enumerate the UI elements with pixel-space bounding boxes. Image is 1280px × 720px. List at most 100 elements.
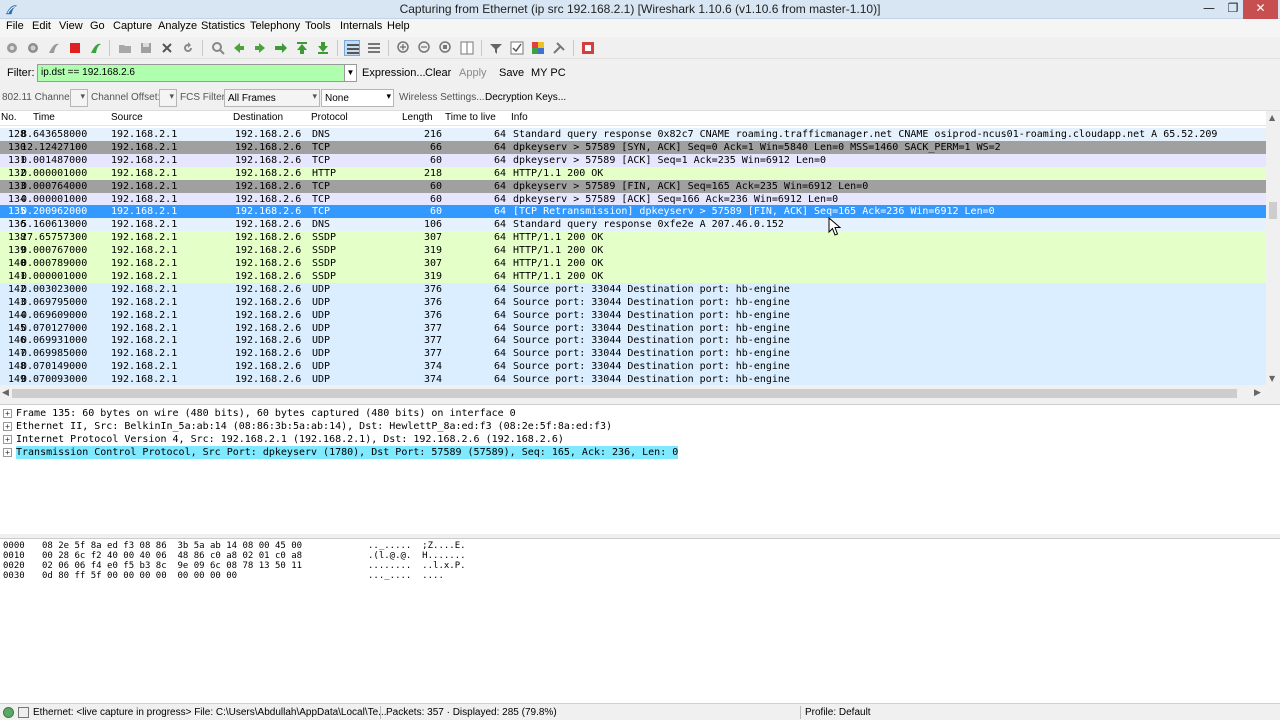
- scroll-left-icon[interactable]: ◀: [2, 388, 9, 398]
- packet-row[interactable]: 144 0.069609000 192.168.2.1 192.168.2.6 UDP 3…: [0, 308, 1266, 322]
- expand-icon[interactable]: +: [3, 422, 12, 431]
- column-header-ttl[interactable]: Time to live: [445, 112, 496, 123]
- menu-go[interactable]: Go: [90, 20, 105, 32]
- menu-view[interactable]: View: [59, 20, 83, 32]
- open-file-icon[interactable]: [117, 40, 133, 56]
- save-filter-button[interactable]: Save: [499, 67, 524, 79]
- expand-icon[interactable]: +: [3, 448, 12, 457]
- zoom-in-icon[interactable]: [396, 40, 412, 56]
- bytes-ascii[interactable]: .._..... ;Z....E.: [368, 541, 466, 551]
- normal-size-icon[interactable]: [438, 40, 454, 56]
- packet-row[interactable]: 147 0.069985000 192.168.2.1 192.168.2.6 UDP 3…: [0, 347, 1266, 361]
- colorize-icon[interactable]: [344, 40, 360, 56]
- menu-capture[interactable]: Capture: [113, 20, 152, 32]
- packet-list-hscrollbar[interactable]: ◀ ▶: [0, 385, 1266, 402]
- capture-options-icon[interactable]: [25, 40, 41, 56]
- packet-row[interactable]: 136 5.160613000 192.168.2.1 192.168.2.6 DNS 1…: [0, 218, 1266, 232]
- resize-columns-icon[interactable]: [459, 40, 475, 56]
- column-header-length[interactable]: Length: [402, 112, 433, 123]
- wireless-settings-button[interactable]: Wireless Settings...: [399, 92, 485, 103]
- expand-icon[interactable]: +: [3, 409, 12, 418]
- packet-row[interactable]: 141 0.000001000 192.168.2.1 192.168.2.6 SSDP…: [0, 269, 1266, 283]
- packet-row[interactable]: 131 0.001487000 192.168.2.1 192.168.2.6 TCP 6…: [0, 153, 1266, 167]
- bytes-hex[interactable]: 08 2e 5f 8a ed f3 08 86 3b 5a ab 14 08 0…: [42, 541, 302, 551]
- channel-select[interactable]: ▾: [70, 89, 88, 107]
- channel-offset-select[interactable]: ▾: [159, 89, 177, 107]
- packet-row[interactable]: 133 0.000764000 192.168.2.1 192.168.2.6 TCP 6…: [0, 179, 1266, 193]
- packet-row[interactable]: 143 0.069795000 192.168.2.1 192.168.2.6 UDP 3…: [0, 295, 1266, 309]
- column-header-no[interactable]: No.: [1, 112, 17, 123]
- bytes-hex[interactable]: 0d 80 ff 5f 00 00 00 00 00 00 00 00: [42, 571, 237, 581]
- display-filter-input[interactable]: ip.dst == 192.168.2.6: [37, 64, 347, 82]
- packet-row[interactable]: 130 12.12427100 192.168.2.1 192.168.2.6 TCP 6…: [0, 140, 1266, 154]
- scroll-up-icon[interactable]: ▲: [1269, 113, 1275, 122]
- menu-telephony[interactable]: Telephony: [250, 20, 300, 32]
- go-back-icon[interactable]: [231, 40, 247, 56]
- preferences-icon[interactable]: [551, 40, 567, 56]
- stop-capture-icon[interactable]: [67, 40, 83, 56]
- clear-button[interactable]: Clear: [425, 67, 451, 79]
- first-packet-icon[interactable]: [294, 40, 310, 56]
- packet-row[interactable]: 148 0.070149000 192.168.2.1 192.168.2.6 UDP 3…: [0, 360, 1266, 374]
- bytes-hex[interactable]: 00 28 6c f2 40 00 40 06 48 86 c0 a8 02 0…: [42, 551, 302, 561]
- save-file-icon[interactable]: [138, 40, 154, 56]
- go-forward-icon[interactable]: [252, 40, 268, 56]
- close-button[interactable]: ✕: [1243, 0, 1278, 19]
- detail-tcp[interactable]: + Transmission Control Protocol, Src Port…: [0, 446, 1280, 459]
- column-header-protocol[interactable]: Protocol: [311, 112, 348, 123]
- detail-frame[interactable]: + Frame 135: 60 bytes on wire (480 bits),…: [0, 407, 1280, 420]
- auto-scroll-icon[interactable]: [366, 40, 382, 56]
- minimize-button[interactable]: —: [1196, 0, 1222, 19]
- go-to-packet-icon[interactable]: [273, 40, 289, 56]
- detail-ethernet[interactable]: + Ethernet II, Src: BelkinIn_5a:ab:14 (08…: [0, 420, 1280, 433]
- decryption-keys-button[interactable]: Decryption Keys...: [485, 92, 566, 103]
- menu-help[interactable]: Help: [387, 20, 410, 32]
- mypc-filter-button[interactable]: MY PC: [531, 67, 566, 79]
- packet-details-pane[interactable]: + Frame 135: 60 bytes on wire (480 bits),…: [0, 404, 1280, 534]
- decryption-mode-select[interactable]: None ▾: [321, 89, 394, 107]
- packet-list[interactable]: No. Time Source Destination Protocol Len…: [0, 111, 1280, 385]
- last-packet-icon[interactable]: [315, 40, 331, 56]
- capture-filters-icon[interactable]: [488, 40, 504, 56]
- filter-history-dropdown[interactable]: ▼: [344, 64, 357, 82]
- bytes-hex[interactable]: 02 06 06 f4 e0 f5 b3 8c 9e 09 6c 08 78 1…: [42, 561, 302, 571]
- help-icon[interactable]: [580, 40, 596, 56]
- expression-button[interactable]: Expression...: [362, 67, 426, 79]
- scroll-down-icon[interactable]: ▼: [1269, 374, 1275, 383]
- expand-icon[interactable]: +: [3, 435, 12, 444]
- bytes-ascii[interactable]: ........ ..l.x.P.: [368, 561, 466, 571]
- interface-list-icon[interactable]: [4, 40, 20, 56]
- packet-row[interactable]: 139 0.000767000 192.168.2.1 192.168.2.6 SSDP…: [0, 244, 1266, 258]
- capture-comments-icon[interactable]: [18, 707, 29, 718]
- menu-statistics[interactable]: Statistics: [201, 20, 245, 32]
- packet-row[interactable]: 135 0.200962000 192.168.2.1 192.168.2.6 TCP 6…: [0, 205, 1266, 219]
- packet-row[interactable]: 140 0.000789000 192.168.2.1 192.168.2.6 SSDP…: [0, 257, 1266, 270]
- menu-file[interactable]: File: [6, 20, 24, 32]
- menu-analyze[interactable]: Analyze: [158, 20, 197, 32]
- packet-row[interactable]: 146 0.069931000 192.168.2.1 192.168.2.6 UDP 3…: [0, 334, 1266, 348]
- coloring-rules-icon[interactable]: [530, 40, 546, 56]
- start-capture-icon[interactable]: [46, 40, 62, 56]
- menu-edit[interactable]: Edit: [32, 20, 51, 32]
- menu-tools[interactable]: Tools: [305, 20, 331, 32]
- packet-row[interactable]: 142 0.003023000 192.168.2.1 192.168.2.6 UDP 3…: [0, 282, 1266, 296]
- close-file-icon[interactable]: [159, 40, 175, 56]
- column-header-time[interactable]: Time: [33, 112, 55, 123]
- display-filters-icon[interactable]: [509, 40, 525, 56]
- packet-list-vscrollbar[interactable]: ▲ ▼: [1266, 111, 1280, 385]
- packet-row[interactable]: 128 8.643658000 192.168.2.1 192.168.2.6 DNS 2…: [0, 128, 1266, 141]
- find-packet-icon[interactable]: [210, 40, 226, 56]
- column-header-source[interactable]: Source: [111, 112, 143, 123]
- hscroll-thumb[interactable]: [12, 389, 1237, 398]
- detail-ipv4[interactable]: + Internet Protocol Version 4, Src: 192.1…: [0, 433, 1280, 446]
- apply-button[interactable]: Apply: [459, 67, 487, 79]
- column-header-info[interactable]: Info: [511, 112, 528, 123]
- bytes-ascii[interactable]: .(l.@.@. H.......: [368, 551, 466, 561]
- packet-row[interactable]: 134 0.000001000 192.168.2.1 192.168.2.6 TCP 6…: [0, 192, 1266, 206]
- bytes-ascii[interactable]: ..._.... ....: [368, 571, 444, 581]
- scroll-right-icon[interactable]: ▶: [1254, 388, 1261, 398]
- profile-selector[interactable]: Profile: Default: [805, 707, 871, 718]
- vscroll-thumb[interactable]: [1269, 202, 1277, 219]
- reload-icon[interactable]: [180, 40, 196, 56]
- packet-row[interactable]: 138 27.65757300 192.168.2.1 192.168.2.6 SSDP…: [0, 231, 1266, 245]
